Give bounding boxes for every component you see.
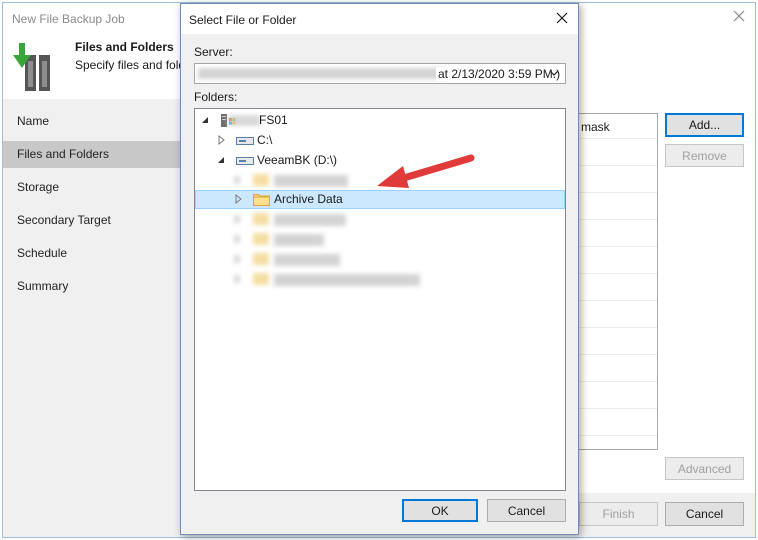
step-description: Specify files and fold [75,58,186,72]
redacted-folder-name [274,274,420,286]
remove-button[interactable]: Remove [665,144,744,167]
table-row-divider [577,408,657,409]
table-row-divider [577,219,657,220]
server-label: Server: [194,45,233,59]
folder-icon [253,213,269,225]
collapsed-arrow-icon[interactable] [233,194,243,204]
redacted-arrow [234,215,240,223]
nav-step-files-and-folders[interactable]: Files and Folders [3,141,181,168]
table-row-divider [577,273,657,274]
dialog-title: Select File or Folder [189,13,297,27]
server-selected-value: at 2/13/2020 3:59 PM.) [436,67,561,81]
nav-step-storage[interactable]: Storage [3,174,181,201]
redacted-arrow [234,235,240,243]
select-file-or-folder-dialog: Select File or Folder Server: at 2/13/20… [180,3,579,535]
server-select[interactable]: at 2/13/2020 3:59 PM.) [194,63,566,84]
dialog-cancel-button[interactable]: Cancel [487,499,566,522]
archive-data-label: Archive Data [274,192,343,206]
chevron-down-icon [549,70,559,76]
redacted-folder-name [274,234,324,246]
folder-icon [253,233,269,245]
folder-icon [253,273,269,285]
table-row-divider [577,138,657,139]
table-row-divider [577,327,657,328]
server-redacted-text [198,68,448,79]
tree-node-folder-redacted[interactable] [195,210,565,229]
finish-button[interactable]: Finish [579,502,658,526]
redacted-arrow [234,275,240,283]
advanced-button[interactable]: Advanced [665,457,744,480]
redacted-arrow [234,255,240,263]
redacted-arrow [234,176,240,184]
table-row-divider [577,381,657,382]
table-header-mask: mask [581,120,610,134]
table-row-divider [577,246,657,247]
drive-icon [236,157,254,165]
server-name: FS01 [259,113,288,127]
redacted-folder-name [274,214,346,226]
tree-node-server[interactable]: FS01 [195,111,565,130]
drive-d-label: VeeamBK (D:\) [257,153,338,167]
annotation-arrow-icon [377,154,475,188]
table-row-divider [577,354,657,355]
table-row-divider [577,300,657,301]
expanded-arrow-icon[interactable] [216,155,226,165]
wizard-title: New File Backup Job [12,12,125,26]
table-row-divider [577,192,657,193]
wizard-cancel-button[interactable]: Cancel [665,502,744,526]
dialog-close-icon[interactable] [554,10,570,26]
drive-icon [236,137,254,145]
file-backup-icon [13,43,50,91]
nav-step-name[interactable]: Name [3,108,181,135]
tree-node-folder-redacted[interactable] [195,270,565,289]
table-row-divider [577,165,657,166]
nav-step-summary[interactable]: Summary [3,273,181,300]
drive-c-label: C:\ [257,133,273,147]
redacted-folder-name [274,254,340,266]
redacted-folder-name [274,175,348,187]
wizard-close-icon[interactable] [731,8,747,24]
expanded-arrow-icon[interactable] [200,115,210,125]
table-row-divider [577,435,657,436]
ok-button[interactable]: OK [402,499,478,522]
step-title: Files and Folders [75,40,174,54]
collapsed-arrow-icon[interactable] [216,135,226,145]
tree-node-folder-redacted[interactable] [195,250,565,269]
folder-icon [253,174,269,186]
folders-label: Folders: [194,90,238,104]
server-name-redacted [228,115,260,126]
wizard-step-nav: Name Files and Folders Storage Secondary… [3,99,181,493]
folder-icon [253,253,269,265]
folder-icon [253,194,270,206]
add-button[interactable]: Add... [665,113,744,137]
nav-step-secondary-target[interactable]: Secondary Target [3,207,181,234]
nav-step-schedule[interactable]: Schedule [3,240,181,267]
tree-node-drive-c[interactable]: C:\ [195,131,565,150]
tree-node-folder-redacted[interactable] [195,230,565,249]
file-filter-table[interactable]: mask [577,113,658,450]
dialog-titlebar: Select File or Folder [181,4,578,34]
